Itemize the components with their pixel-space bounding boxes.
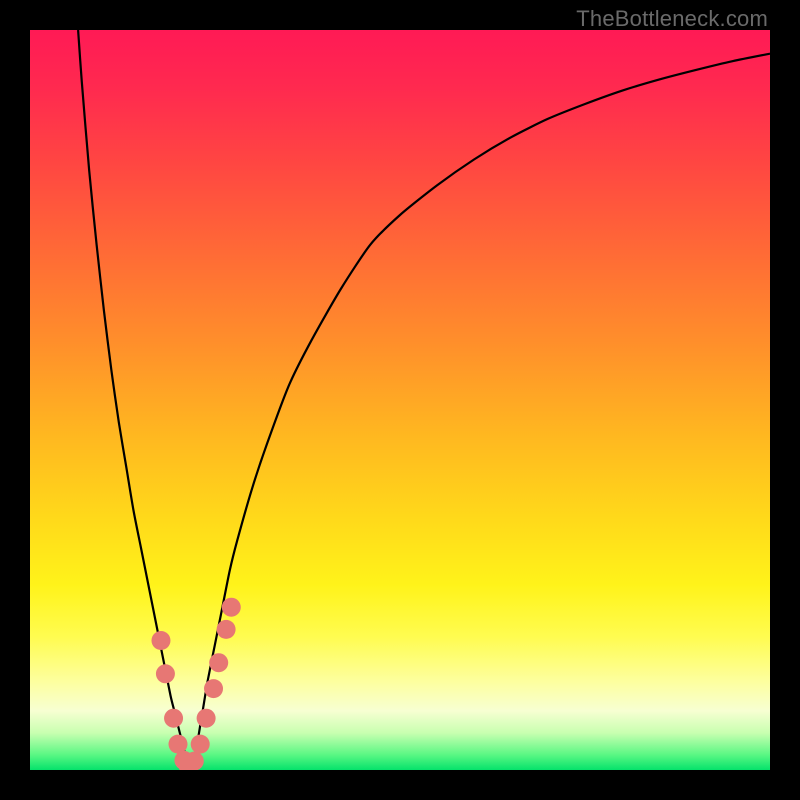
data-marker xyxy=(217,620,236,639)
data-marker xyxy=(151,631,170,650)
data-marker xyxy=(197,709,216,728)
data-marker xyxy=(169,735,188,754)
data-marker xyxy=(185,752,204,770)
plot-area xyxy=(30,30,770,770)
chart-frame: TheBottleneck.com xyxy=(0,0,800,800)
watermark-text: TheBottleneck.com xyxy=(576,6,768,32)
data-marker xyxy=(222,598,241,617)
data-marker xyxy=(204,679,223,698)
curve-layer xyxy=(30,30,770,770)
data-marker xyxy=(156,664,175,683)
data-marker xyxy=(164,709,183,728)
data-marker xyxy=(209,653,228,672)
bottleneck-curve xyxy=(78,30,770,766)
data-marker xyxy=(191,735,210,754)
data-markers xyxy=(151,598,240,770)
